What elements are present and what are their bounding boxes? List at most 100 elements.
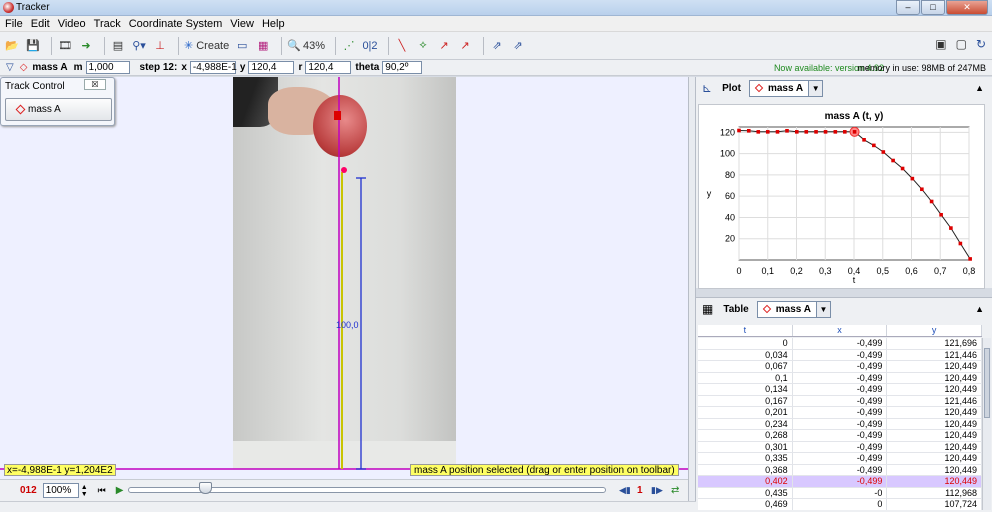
- table-cell[interactable]: -0,499: [793, 441, 888, 452]
- step-forward-icon[interactable]: ▮▶: [651, 485, 663, 496]
- table-cell[interactable]: 120,449: [887, 476, 982, 487]
- table-row[interactable]: 0,067 -0,499 120,449: [698, 361, 982, 373]
- column-x[interactable]: x: [793, 325, 888, 336]
- menu-coordinate-system[interactable]: Coordinate System: [126, 16, 228, 31]
- table-cell[interactable]: 120,449: [887, 372, 982, 383]
- table-cell[interactable]: -0,499: [793, 349, 888, 360]
- vector-m-icon[interactable]: ⇗: [510, 37, 526, 55]
- reset-icon[interactable]: ⏮: [98, 485, 106, 496]
- table-cell[interactable]: -0,499: [793, 418, 888, 429]
- tape-measure-label[interactable]: 100,0: [336, 320, 359, 330]
- vector-sum-icon[interactable]: ⇗: [489, 37, 505, 55]
- split-divider[interactable]: [688, 77, 696, 501]
- frame-slider-thumb[interactable]: [199, 482, 212, 494]
- path-icon[interactable]: ╲: [394, 37, 410, 55]
- x-field[interactable]: -4,988E-1: [189, 61, 237, 74]
- table-cell[interactable]: 0,167: [698, 395, 793, 406]
- table-row[interactable]: 0,335 -0,499 120,449: [698, 453, 982, 465]
- frame-number[interactable]: 012: [20, 485, 37, 496]
- table-row[interactable]: 0,469 0 107,724: [698, 499, 982, 510]
- table-track-dropdown[interactable]: mass A ▼: [756, 300, 831, 318]
- axes-icon[interactable]: ⊥: [152, 37, 168, 55]
- save-icon[interactable]: 💾: [25, 37, 41, 55]
- table-cell[interactable]: 0,301: [698, 441, 793, 452]
- velocity-icon[interactable]: ↗: [436, 37, 452, 55]
- track-list-icon[interactable]: ▭: [234, 37, 250, 55]
- table-row[interactable]: 0,234 -0,499 120,449: [698, 418, 982, 430]
- table-cell[interactable]: 120,449: [887, 441, 982, 452]
- collapse-up-icon[interactable]: ▲: [975, 83, 984, 93]
- table-cell[interactable]: 0,134: [698, 384, 793, 395]
- table-cell[interactable]: 120,449: [887, 430, 982, 441]
- collapse-up-icon[interactable]: ▲: [975, 304, 984, 314]
- plot-track-dropdown[interactable]: mass A ▼: [748, 79, 824, 97]
- table-row[interactable]: 0,268 -0,499 120,449: [698, 430, 982, 442]
- dropdown-arrow-icon[interactable]: ▼: [815, 301, 830, 317]
- properties-icon[interactable]: ▢: [956, 37, 967, 51]
- theta-field[interactable]: 90,2º: [382, 61, 423, 74]
- table-cell[interactable]: 121,696: [887, 338, 982, 349]
- step-size[interactable]: 1: [637, 485, 643, 496]
- table-cell[interactable]: -0,499: [793, 430, 888, 441]
- table-cell[interactable]: 121,446: [887, 395, 982, 406]
- table-cell[interactable]: 120,449: [887, 361, 982, 372]
- table-cell[interactable]: 0: [793, 499, 888, 510]
- export-icon[interactable]: ➜: [78, 37, 94, 55]
- table-row[interactable]: 0,1 -0,499 120,449: [698, 372, 982, 384]
- minimize-button[interactable]: –: [896, 0, 920, 15]
- track-control-close-icon[interactable]: ☒: [84, 79, 106, 90]
- y-field[interactable]: 120,4: [248, 61, 295, 74]
- table-scrollbar-thumb[interactable]: [984, 348, 990, 418]
- table-scrollbar[interactable]: [982, 338, 991, 510]
- table-row[interactable]: 0 -0,499 121,696: [698, 338, 982, 350]
- table-cell[interactable]: -0,499: [793, 464, 888, 475]
- table-row[interactable]: 0,201 -0,499 120,449: [698, 407, 982, 419]
- menu-view[interactable]: View: [227, 16, 259, 31]
- table-cell[interactable]: -0,499: [793, 372, 888, 383]
- table-row[interactable]: 0,167 -0,499 121,446: [698, 395, 982, 407]
- table-cell[interactable]: 120,449: [887, 453, 982, 464]
- calibration-icon[interactable]: ⚲▾: [131, 37, 147, 55]
- mass-field[interactable]: 1,000: [85, 61, 130, 74]
- open-folder-icon[interactable]: 📂: [4, 37, 20, 55]
- refresh-icon[interactable]: ↻: [976, 37, 986, 51]
- maximize-button[interactable]: □: [921, 0, 945, 15]
- trails-icon[interactable]: ⋰: [341, 37, 357, 55]
- table-cell[interactable]: 112,968: [887, 487, 982, 498]
- table-row[interactable]: 0,402 -0,499 120,449: [698, 476, 982, 488]
- table-row[interactable]: 0,134 -0,499 120,449: [698, 384, 982, 396]
- dropdown-arrow-icon[interactable]: ▼: [808, 80, 823, 96]
- create-button[interactable]: ✳ Create: [184, 37, 229, 55]
- table-cell[interactable]: -0,499: [793, 395, 888, 406]
- table-cell[interactable]: -0,499: [793, 361, 888, 372]
- menu-help[interactable]: Help: [259, 16, 290, 31]
- table-cell[interactable]: 107,724: [887, 499, 982, 510]
- table-row[interactable]: 0,368 -0,499 120,449: [698, 464, 982, 476]
- table-cell[interactable]: 0: [698, 338, 793, 349]
- table-cell[interactable]: 120,449: [887, 384, 982, 395]
- autotracker-icon[interactable]: ▦: [255, 37, 271, 55]
- play-icon[interactable]: ▶: [116, 485, 124, 496]
- table-cell[interactable]: -0,499: [793, 384, 888, 395]
- zoom-spinner[interactable]: ▲ ▼: [81, 484, 88, 498]
- table-cell[interactable]: 0,268: [698, 430, 793, 441]
- track-name[interactable]: mass A: [32, 62, 67, 73]
- table-cell[interactable]: -0,499: [793, 407, 888, 418]
- acceleration-icon[interactable]: ↗: [457, 37, 473, 55]
- table-cell[interactable]: -0: [793, 487, 888, 498]
- video-zoom-field[interactable]: 100%: [42, 483, 79, 498]
- origin-marker[interactable]: [341, 167, 347, 173]
- table-cell[interactable]: 121,446: [887, 349, 982, 360]
- loop-icon[interactable]: ⇄: [671, 485, 679, 496]
- import-video-icon[interactable]: 🎞: [57, 37, 73, 55]
- zoom-button[interactable]: 🔍 43%: [287, 37, 325, 55]
- table-cell[interactable]: -0,499: [793, 453, 888, 464]
- table-cell[interactable]: -0,499: [793, 338, 888, 349]
- close-button[interactable]: ✕: [946, 0, 988, 15]
- table-cell[interactable]: 120,449: [887, 418, 982, 429]
- table-cell[interactable]: 0,469: [698, 499, 793, 510]
- table-cell[interactable]: 0,067: [698, 361, 793, 372]
- table-cell[interactable]: 120,449: [887, 464, 982, 475]
- track-control-mass-a-button[interactable]: mass A: [5, 98, 112, 121]
- table-cell[interactable]: 0,201: [698, 407, 793, 418]
